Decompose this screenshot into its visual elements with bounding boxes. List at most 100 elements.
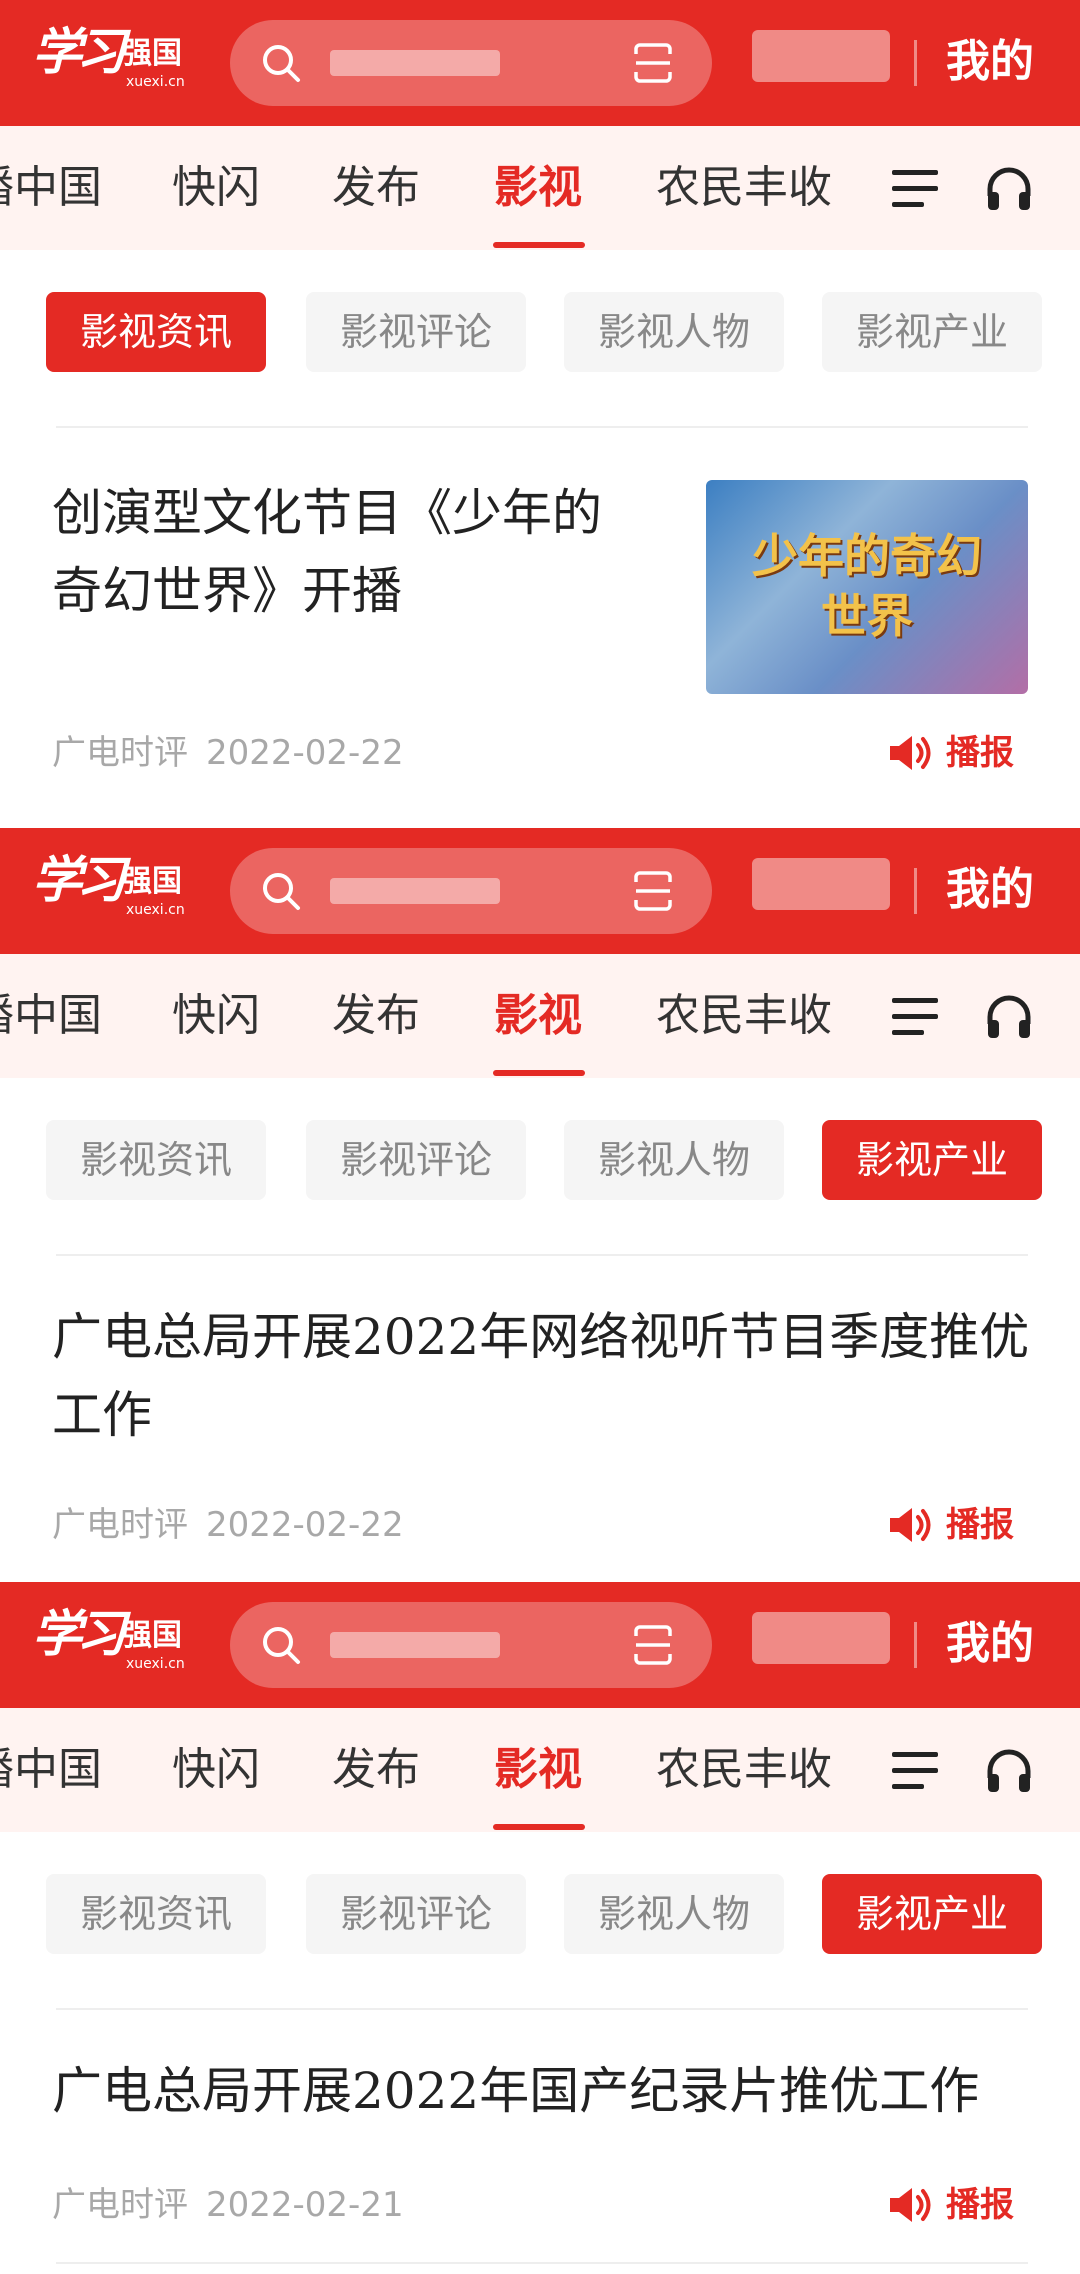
search-placeholder-blurred: [330, 50, 500, 76]
logo-url-text: xuexi.cn: [126, 1656, 185, 1672]
subtab-yingshi-pinglun[interactable]: 影视评论: [306, 292, 526, 372]
user-info-blurred[interactable]: [752, 30, 890, 82]
search-bar[interactable]: [230, 848, 712, 934]
app-header: 学习 强国 xuexi.cn 我的: [0, 0, 1080, 126]
xuexi-logo[interactable]: 学习 强国 xuexi.cn: [32, 1604, 192, 1680]
thumbnail-text: 少年的奇幻世界: [752, 529, 982, 643]
screen-2: 学习 强国 xuexi.cn 我的 播中国 快闪 发布 影视 农民丰收: [0, 828, 1080, 1582]
tab-fabu[interactable]: 发布: [332, 160, 420, 216]
subtab-yingshi-zixun[interactable]: 影视资讯: [46, 1874, 266, 1954]
speaker-icon: [890, 1508, 931, 1542]
logo-main-text: 学习: [32, 22, 126, 81]
list-divider: [56, 2262, 1028, 2264]
tab-yingshi[interactable]: 影视: [494, 160, 582, 216]
logo-side-text: 强国: [122, 1618, 182, 1653]
xuexi-logo[interactable]: 学习 强国 xuexi.cn: [32, 22, 192, 98]
search-bar[interactable]: [230, 1602, 712, 1688]
user-info-blurred[interactable]: [752, 1612, 890, 1664]
article-thumbnail[interactable]: 少年的奇幻世界: [706, 480, 1028, 694]
subtab-yingshi-pinglun[interactable]: 影视评论: [306, 1874, 526, 1954]
channel-nav: 播中国 快闪 发布 影视 农民丰收: [0, 954, 1080, 1078]
list-divider: [56, 2008, 1028, 2010]
subtab-yingshi-chanye[interactable]: 影视产业: [822, 292, 1042, 372]
article-title[interactable]: 创演型文化节目《少年的奇幻世界》开播: [52, 474, 642, 630]
article-date: 2022-02-21: [206, 2185, 404, 2225]
subtab-yingshi-pinglun[interactable]: 影视评论: [306, 1120, 526, 1200]
menu-icon[interactable]: [892, 994, 940, 1040]
channel-nav: 播中国 快闪 发布 影视 农民丰收: [0, 1708, 1080, 1832]
scan-icon[interactable]: [632, 1624, 674, 1666]
header-divider: [914, 40, 917, 86]
app-header: 学习 强国 xuexi.cn 我的: [0, 1582, 1080, 1708]
tab-fabu[interactable]: 发布: [332, 988, 420, 1044]
tab-bozhongguo[interactable]: 播中国: [0, 988, 102, 1044]
user-info-blurred[interactable]: [752, 858, 890, 910]
scan-icon[interactable]: [632, 42, 674, 84]
tab-bozhongguo[interactable]: 播中国: [0, 160, 102, 216]
headphones-icon[interactable]: [984, 1746, 1034, 1796]
article-title[interactable]: 广电总局开展2022年网络视听节目季度推优工作: [52, 1298, 1032, 1454]
headphones-icon[interactable]: [984, 992, 1034, 1042]
broadcast-label: 播报: [946, 1505, 1014, 1545]
active-tab-indicator: [493, 1824, 585, 1830]
subtab-yingshi-zixun[interactable]: 影视资讯: [46, 1120, 266, 1200]
active-tab-indicator: [493, 1070, 585, 1076]
broadcast-label: 播报: [946, 2185, 1014, 2225]
menu-icon[interactable]: [892, 166, 940, 212]
screen-1: 学习 强国 xuexi.cn 我的 播中国 快闪 发布 影视 农民丰收: [0, 0, 1080, 828]
search-bar[interactable]: [230, 20, 712, 106]
active-tab-indicator: [493, 242, 585, 248]
list-divider: [56, 426, 1028, 428]
search-icon: [263, 873, 300, 910]
tab-kuaishan[interactable]: 快闪: [172, 160, 260, 216]
subtab-yingshi-chanye[interactable]: 影视产业: [822, 1874, 1042, 1954]
article-meta: 广电时评 2022-02-22: [52, 730, 404, 776]
logo-side-text: 强国: [122, 864, 182, 899]
article-meta: 广电时评 2022-02-21: [52, 2182, 404, 2228]
article-title[interactable]: 广电总局开展2022年国产纪录片推优工作: [52, 2052, 1032, 2130]
tab-nongmin-fengshou[interactable]: 农民丰收: [656, 988, 832, 1044]
speaker-icon: [890, 736, 931, 770]
headphones-icon[interactable]: [984, 164, 1034, 214]
article-meta: 广电时评 2022-02-22: [52, 1502, 404, 1548]
tab-bozhongguo[interactable]: 播中国: [0, 1742, 102, 1798]
logo-main-text: 学习: [32, 850, 126, 909]
subtab-yingshi-zixun[interactable]: 影视资讯: [46, 292, 266, 372]
list-divider: [56, 1254, 1028, 1256]
article-date: 2022-02-22: [206, 1505, 404, 1545]
article-source: 广电时评: [52, 733, 188, 773]
tab-fabu[interactable]: 发布: [332, 1742, 420, 1798]
xuexi-logo[interactable]: 学习 强国 xuexi.cn: [32, 850, 192, 926]
tab-yingshi[interactable]: 影视: [494, 988, 582, 1044]
mine-button[interactable]: 我的: [946, 1616, 1034, 1672]
speaker-icon: [890, 2188, 931, 2222]
subtab-yingshi-renwu[interactable]: 影视人物: [564, 292, 784, 372]
channel-nav: 播中国 快闪 发布 影视 农民丰收: [0, 126, 1080, 250]
article-source: 广电时评: [52, 1505, 188, 1545]
subtab-yingshi-renwu[interactable]: 影视人物: [564, 1120, 784, 1200]
tab-nongmin-fengshou[interactable]: 农民丰收: [656, 1742, 832, 1798]
screen-3: 学习 强国 xuexi.cn 我的 播中国 快闪 发布 影视 农民丰收: [0, 1582, 1080, 2274]
tab-yingshi[interactable]: 影视: [494, 1742, 582, 1798]
tab-kuaishan[interactable]: 快闪: [172, 1742, 260, 1798]
tab-kuaishan[interactable]: 快闪: [172, 988, 260, 1044]
scan-icon[interactable]: [632, 870, 674, 912]
mine-button[interactable]: 我的: [946, 34, 1034, 90]
menu-icon[interactable]: [892, 1748, 940, 1794]
search-icon: [263, 45, 300, 82]
broadcast-label: 播报: [946, 733, 1014, 773]
search-icon: [263, 1627, 300, 1664]
logo-url-text: xuexi.cn: [126, 74, 185, 90]
header-divider: [914, 1622, 917, 1668]
logo-url-text: xuexi.cn: [126, 902, 185, 918]
subtab-yingshi-renwu[interactable]: 影视人物: [564, 1874, 784, 1954]
logo-side-text: 强国: [122, 36, 182, 71]
logo-main-text: 学习: [32, 1604, 126, 1663]
header-divider: [914, 868, 917, 914]
search-placeholder-blurred: [330, 1632, 500, 1658]
tab-nongmin-fengshou[interactable]: 农民丰收: [656, 160, 832, 216]
article-date: 2022-02-22: [206, 733, 404, 773]
mine-button[interactable]: 我的: [946, 862, 1034, 918]
subtab-yingshi-chanye[interactable]: 影视产业: [822, 1120, 1042, 1200]
search-placeholder-blurred: [330, 878, 500, 904]
